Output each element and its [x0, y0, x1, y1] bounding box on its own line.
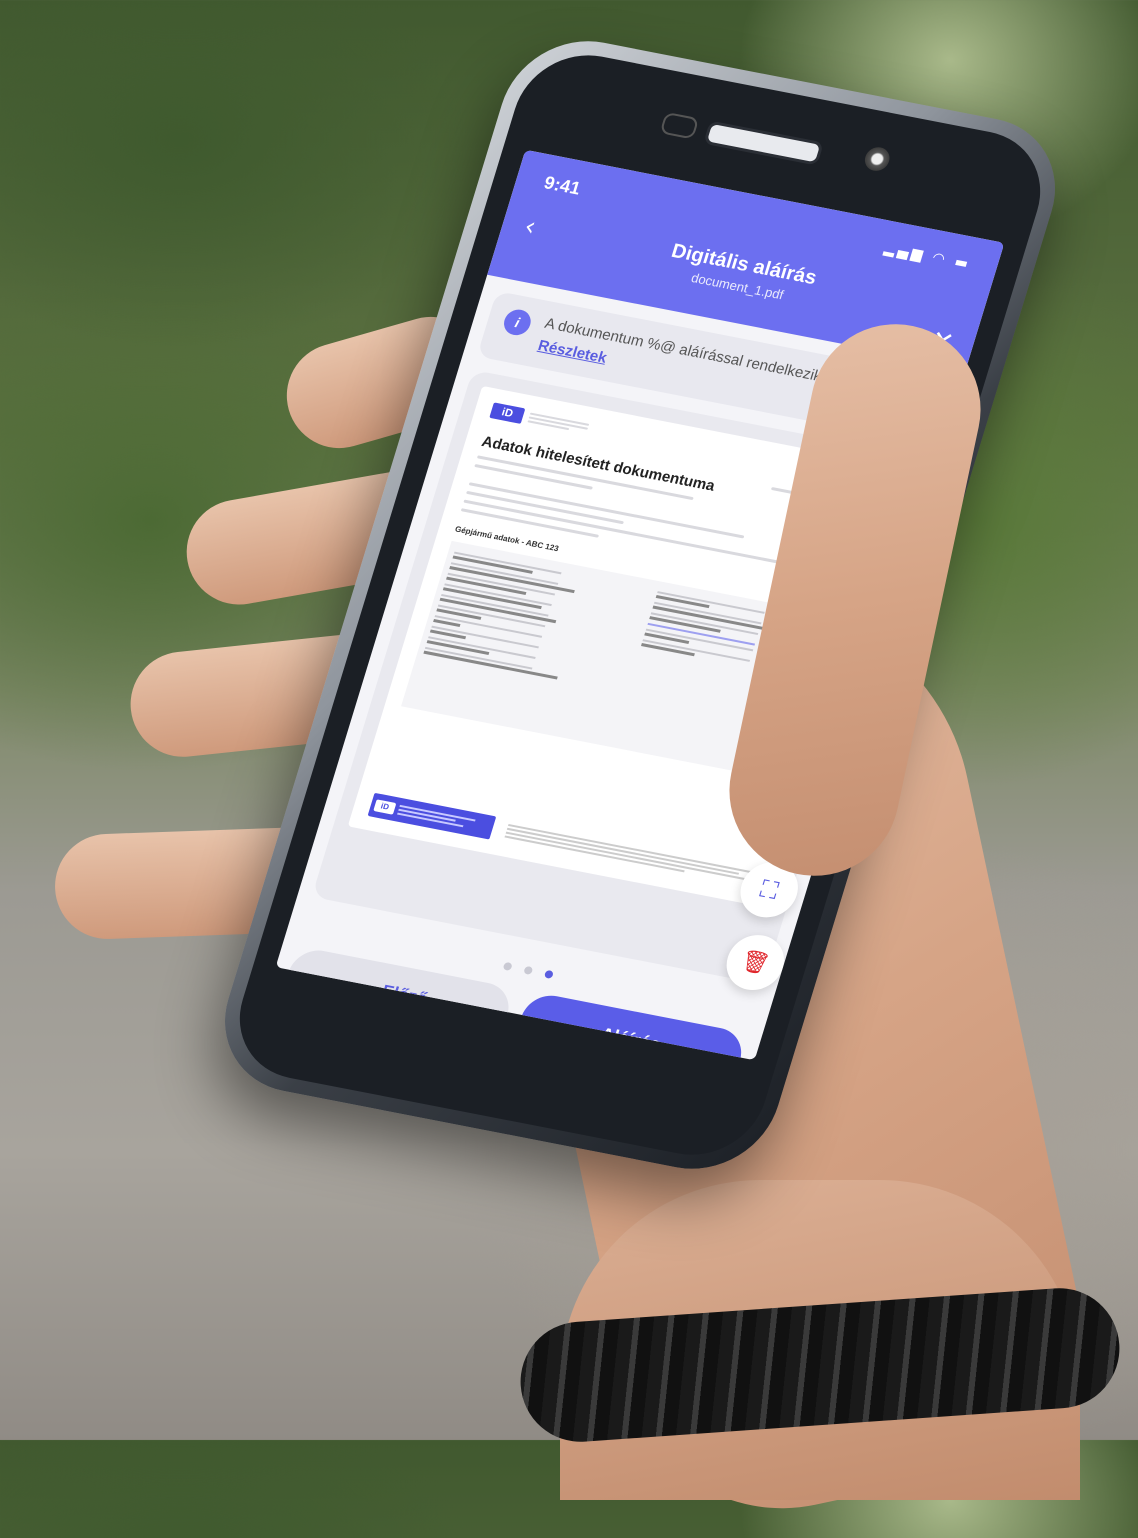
- document-footer: iD: [367, 792, 768, 892]
- trash-icon: 🗑: [737, 947, 773, 978]
- status-time: 9:41: [541, 172, 583, 199]
- id-logo-icon: iD: [373, 799, 397, 815]
- footer-fine-print: [504, 822, 766, 889]
- footer-badge: iD: [367, 792, 497, 840]
- status-icons: ▂▄▆ ◠ ▬: [882, 240, 974, 273]
- id-logo-icon: iD: [489, 402, 526, 424]
- page-dot[interactable]: [502, 961, 513, 971]
- expand-icon: ⛶: [756, 874, 782, 905]
- logo-caption-lines: [527, 412, 590, 434]
- page-dot-active[interactable]: [543, 969, 555, 980]
- info-icon: i: [500, 307, 534, 338]
- page-dot[interactable]: [523, 965, 534, 976]
